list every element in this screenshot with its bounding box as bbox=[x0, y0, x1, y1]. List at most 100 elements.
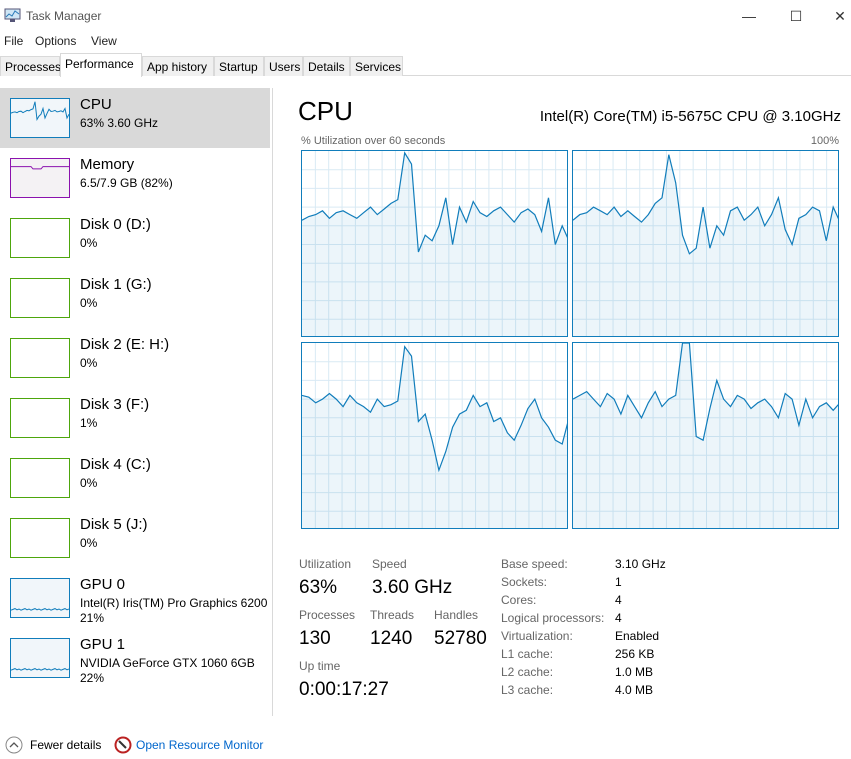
sidebar-item-usage: 21% bbox=[80, 611, 105, 625]
spec-label: L1 cache: bbox=[501, 647, 554, 661]
sidebar-thumbnail-graph bbox=[10, 218, 70, 258]
speed-value: 3.60 GHz bbox=[372, 577, 453, 598]
sidebar-item-detail: 0% bbox=[80, 236, 98, 250]
sidebar-item-name: Memory bbox=[80, 156, 135, 173]
sidebar-thumbnail-line bbox=[11, 101, 69, 122]
processes-value: 130 bbox=[299, 628, 331, 649]
tab-app-history[interactable]: App history bbox=[142, 56, 214, 76]
sidebar-item-name: Disk 4 (C:) bbox=[80, 456, 151, 473]
open-resource-monitor-link[interactable]: Open Resource Monitor bbox=[136, 738, 263, 752]
sidebar-item-detail: NVIDIA GeForce GTX 1060 6GB bbox=[80, 656, 255, 670]
menu-view[interactable]: View bbox=[91, 34, 117, 48]
task-manager-icon bbox=[4, 8, 21, 22]
sidebar-item-detail: Intel(R) Iris(TM) Pro Graphics 6200 bbox=[80, 596, 268, 610]
page-title: CPU bbox=[298, 96, 353, 126]
sidebar-item-detail: 0% bbox=[80, 296, 98, 310]
cpu-core-graph-2 bbox=[301, 342, 568, 529]
tab-users[interactable]: Users bbox=[264, 56, 303, 76]
spec-label: L2 cache: bbox=[501, 665, 554, 679]
sidebar-item-disk-3-f[interactable]: Disk 3 (F:) 1% bbox=[0, 388, 270, 448]
utilization-value: 63% bbox=[299, 577, 338, 598]
sidebar-item-gpu-0[interactable]: GPU 0 Intel(R) Iris(TM) Pro Graphics 620… bbox=[0, 568, 270, 628]
sidebar-item-usage: 22% bbox=[80, 671, 105, 685]
spec-label: Cores: bbox=[501, 593, 537, 607]
cpu-core-graph-0 bbox=[301, 150, 568, 337]
handles-value: 52780 bbox=[434, 628, 487, 649]
speed-label: Speed bbox=[372, 557, 407, 571]
sidebar-item-cpu[interactable]: CPU 63% 3.60 GHz bbox=[0, 88, 270, 148]
sidebar-thumbnail-graph bbox=[10, 518, 70, 558]
utilization-label: Utilization bbox=[299, 557, 352, 571]
spec-value: 4.0 MB bbox=[615, 683, 654, 697]
sidebar-item-disk-2-e-h[interactable]: Disk 2 (E: H:) 0% bbox=[0, 328, 270, 388]
sidebar-thumbnail-graph bbox=[10, 338, 70, 378]
sidebar-item-disk-1-g[interactable]: Disk 1 (G:) 0% bbox=[0, 268, 270, 328]
processes-label: Processes bbox=[299, 608, 356, 622]
threads-label: Threads bbox=[370, 608, 415, 622]
sidebar-item-name: Disk 3 (F:) bbox=[80, 396, 150, 413]
resource-monitor-icon bbox=[114, 736, 132, 754]
sidebar-thumbnail-line bbox=[11, 608, 69, 611]
close-button[interactable]: ✕ bbox=[825, 4, 851, 28]
maximize-button[interactable]: ☐ bbox=[781, 4, 811, 28]
title-bar: Task Manager — ☐ ✕ bbox=[0, 0, 851, 32]
sidebar-item-disk-5-j[interactable]: Disk 5 (J:) 0% bbox=[0, 508, 270, 568]
graph-label: % Utilization over 60 seconds bbox=[301, 135, 446, 147]
spec-label: Base speed: bbox=[501, 557, 568, 571]
sidebar-item-detail: 63% 3.60 GHz bbox=[80, 116, 159, 130]
spec-label: L3 cache: bbox=[501, 683, 554, 697]
sidebar-item-gpu-1[interactable]: GPU 1 NVIDIA GeForce GTX 1060 6GB 22% bbox=[0, 628, 270, 688]
sidebar-thumbnail-line bbox=[11, 668, 69, 671]
chevron-up-circle-icon[interactable] bbox=[5, 736, 23, 754]
sidebar-item-name: Disk 1 (G:) bbox=[80, 276, 152, 293]
spec-label: Virtualization: bbox=[501, 629, 573, 643]
sidebar-item-name: Disk 0 (D:) bbox=[80, 216, 151, 233]
tab-bar: Processes Performance App history Startu… bbox=[0, 53, 851, 77]
sidebar-item-detail: 0% bbox=[80, 536, 98, 550]
spec-label: Sockets: bbox=[501, 575, 548, 589]
sidebar-item-memory[interactable]: Memory 6.5/7.9 GB (82%) bbox=[0, 148, 270, 208]
spec-value: 1 bbox=[615, 575, 622, 589]
menu-options[interactable]: Options bbox=[35, 34, 76, 48]
sidebar-thumbnail-graph bbox=[10, 278, 70, 318]
handles-label: Handles bbox=[434, 608, 479, 622]
sidebar-item-name: GPU 1 bbox=[80, 636, 126, 653]
tab-processes[interactable]: Processes bbox=[0, 56, 61, 76]
sidebar-item-detail: 0% bbox=[80, 476, 98, 490]
spec-value: 4 bbox=[615, 611, 622, 625]
divider bbox=[272, 88, 273, 716]
tab-services[interactable]: Services bbox=[350, 56, 403, 76]
minimize-button[interactable]: — bbox=[734, 4, 764, 28]
sidebar-item-name: CPU bbox=[80, 96, 112, 113]
spec-value: 3.10 GHz bbox=[615, 557, 666, 571]
spec-value: Enabled bbox=[615, 629, 660, 643]
cpu-core-graph-3 bbox=[572, 342, 839, 529]
sidebar-item-disk-0-d[interactable]: Disk 0 (D:) 0% bbox=[0, 208, 270, 268]
tab-performance[interactable]: Performance bbox=[60, 53, 142, 77]
fewer-details-button[interactable]: Fewer details bbox=[30, 738, 101, 752]
cpu-core-graph-1 bbox=[572, 150, 839, 337]
sidebar-thumbnail-line bbox=[11, 166, 69, 170]
tab-details[interactable]: Details bbox=[303, 56, 350, 76]
menu-file[interactable]: File bbox=[4, 34, 23, 48]
tab-startup[interactable]: Startup bbox=[214, 56, 264, 76]
sidebar-item-name: Disk 5 (J:) bbox=[80, 516, 148, 533]
threads-value: 1240 bbox=[370, 628, 413, 649]
graph-max-label: 100% bbox=[810, 135, 839, 147]
sidebar-item-name: Disk 2 (E: H:) bbox=[80, 336, 170, 353]
sidebar-item-detail: 0% bbox=[80, 356, 98, 370]
window-title: Task Manager bbox=[26, 9, 102, 23]
spec-value: 1.0 MB bbox=[615, 665, 654, 679]
sidebar-item-detail: 1% bbox=[80, 416, 98, 430]
uptime-value: 0:00:17:27 bbox=[299, 679, 389, 700]
spec-value: 4 bbox=[615, 593, 622, 607]
sidebar-item-disk-4-c[interactable]: Disk 4 (C:) 0% bbox=[0, 448, 270, 508]
sidebar-item-detail: 6.5/7.9 GB (82%) bbox=[80, 176, 173, 190]
sidebar-thumbnail-graph bbox=[10, 398, 70, 438]
sidebar-item-name: GPU 0 bbox=[80, 576, 126, 593]
sidebar-thumbnail-graph bbox=[10, 458, 70, 498]
spec-value: 256 KB bbox=[615, 647, 655, 661]
uptime-label: Up time bbox=[299, 659, 341, 673]
spec-label: Logical processors: bbox=[501, 611, 605, 625]
cpu-model: Intel(R) Core(TM) i5-5675C CPU @ 3.10GHz bbox=[539, 108, 841, 125]
